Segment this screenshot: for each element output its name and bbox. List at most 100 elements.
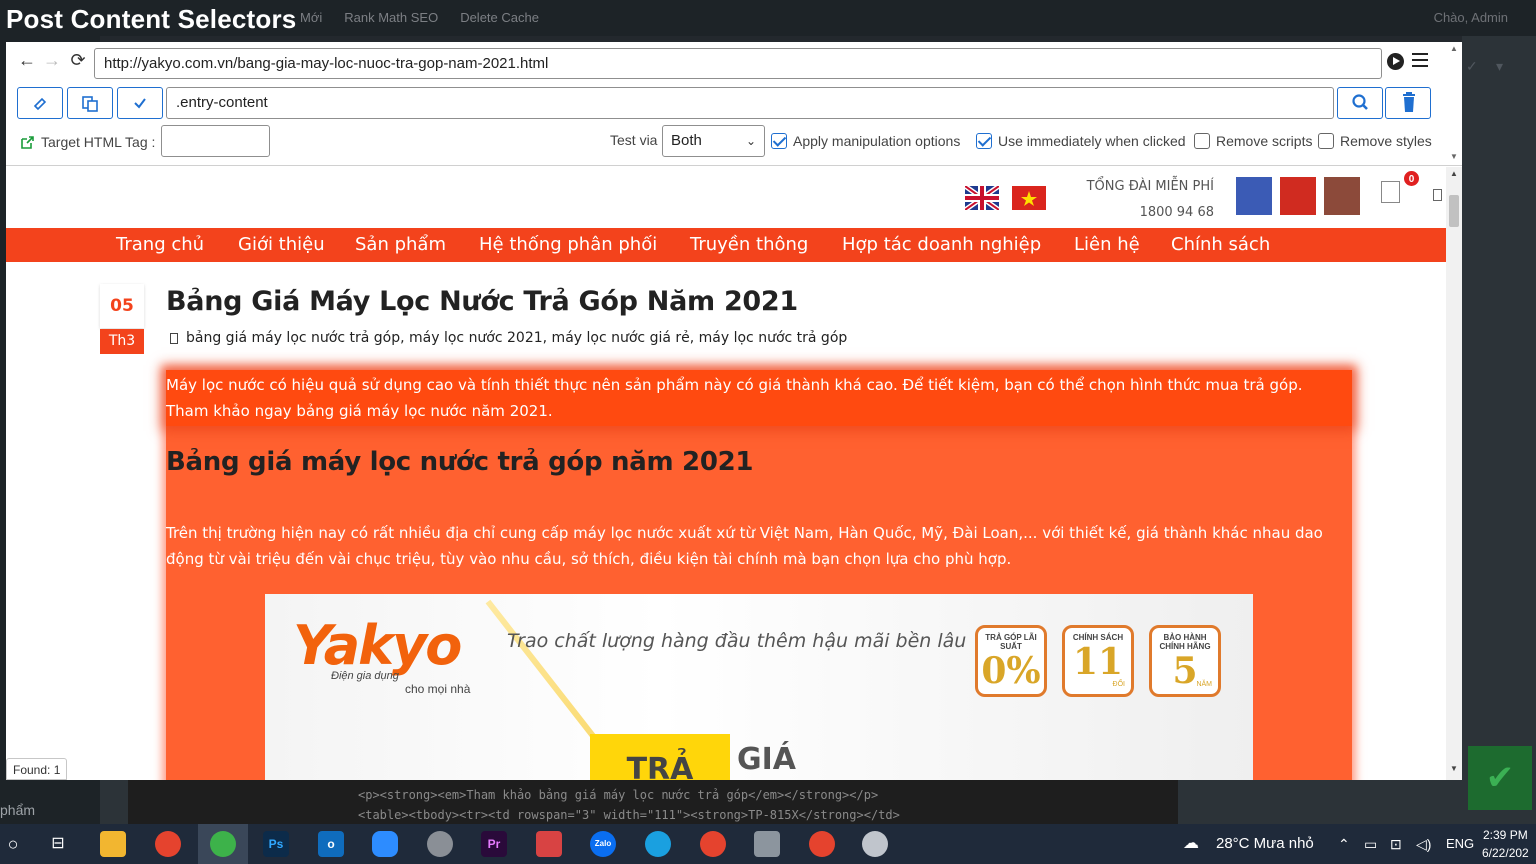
publish-check-button[interactable]: ✔ [1468,746,1532,810]
intro-line-2: Tham khảo ngay bảng giá máy lọc nước năm… [166,402,553,420]
chrome-icon[interactable] [809,831,835,857]
popup-header: ← → ⟳ http://yakyo.com.vn/bang-gia-may-l… [6,42,1462,166]
menu-item-distribution[interactable]: Hệ thống phân phối [479,234,657,255]
coccoc-icon[interactable] [210,831,236,857]
preview-scrollbar[interactable]: ▲ ▼ [1446,167,1462,780]
checkbox-checked[interactable] [976,133,992,149]
file-explorer-icon[interactable] [100,831,126,857]
zoom-icon[interactable] [372,831,398,857]
go-icon[interactable] [1387,53,1404,70]
badge-unit: NĂM [1196,681,1212,688]
app-icon[interactable] [536,831,562,857]
back-icon[interactable]: ← [16,50,38,71]
use-immediately-checkbox[interactable]: Use immediately when clicked [976,133,1186,149]
menu-item-media[interactable]: Truyền thông [690,234,808,255]
checkbox-unchecked[interactable] [1194,133,1210,149]
remove-scripts-label: Remove scripts [1216,133,1313,149]
menu-item-home[interactable]: Trang chủ [116,234,204,255]
admin-bar-delete-cache[interactable]: Delete Cache [460,10,539,25]
logo-subtitle-1: Điện gia dụng [331,670,399,682]
hotline: TỔNG ĐÀI MIỄN PHÍ 1800 94 68 [1087,174,1214,226]
menu-item-contact[interactable]: Liên hệ [1074,234,1140,255]
eraser-button[interactable] [17,87,63,119]
battery-icon[interactable]: ▭ [1364,824,1377,864]
clock[interactable]: 2:39 PM 6/22/202 [1482,826,1529,862]
premiere-icon[interactable]: Pr [481,831,507,857]
reload-icon[interactable]: ⟳ [67,50,89,71]
menu-item-policy[interactable]: Chính sách [1171,234,1270,255]
vn-flag-icon[interactable] [1012,186,1046,210]
header-scrollbar[interactable]: ▲ ▼ [1446,42,1462,166]
admin-bar-new[interactable]: Mới [300,10,322,25]
confirm-button[interactable] [117,87,163,119]
hotline-label: TỔNG ĐÀI MIỄN PHÍ [1086,179,1214,194]
menu-item-partners[interactable]: Hợp tác doanh nghiệp [842,234,1041,255]
search-icon[interactable]: ○ [0,831,26,857]
search-icon [1352,94,1368,110]
outlook-icon[interactable]: o [318,831,344,857]
weather-text[interactable]: 28°C Mưa nhỏ [1216,824,1314,864]
scroll-down-icon[interactable]: ▼ [1450,152,1458,161]
chrome-icon[interactable] [700,831,726,857]
url-input[interactable]: http://yakyo.com.vn/bang-gia-may-loc-nuo… [94,48,1382,79]
tray-chevron-icon[interactable]: ⌃ [1338,824,1350,864]
admin-greeting[interactable]: Chào, Admin [1434,10,1508,25]
target-tag-input[interactable] [161,125,270,157]
page-preview[interactable]: TỔNG ĐÀI MIỄN PHÍ 1800 94 68 0 Trang chủ… [6,167,1446,780]
chevron-down-icon: ⌄ [745,134,756,148]
test-via-select[interactable]: Both ⌄ [662,125,765,157]
edge-icon[interactable] [645,831,671,857]
delete-button[interactable] [1385,87,1431,119]
sidebar-label[interactable]: phẩm [0,802,35,818]
menu-icon[interactable] [1412,53,1428,67]
selector-input[interactable]: .entry-content [166,87,1334,119]
app-icon[interactable] [427,831,453,857]
copy-button[interactable] [67,87,113,119]
admin-bar-rank-math[interactable]: Rank Math SEO [344,10,438,25]
cart-icon[interactable] [1381,181,1400,203]
youtube-icon[interactable] [1280,177,1316,215]
apply-manipulation-checkbox[interactable]: Apply manipulation options [771,133,960,149]
found-count: Found: 1 [6,758,68,780]
remove-styles-checkbox[interactable]: Remove styles [1318,133,1432,149]
checkbox-checked[interactable] [771,133,787,149]
search-button[interactable] [1337,87,1383,119]
target-tag-label: Target HTML Tag : [20,134,155,150]
popup-title: Post Content Selectors [6,4,297,34]
volume-icon[interactable]: ◁) [1416,824,1431,864]
task-view-icon[interactable]: ⊟ [45,831,71,857]
uk-flag-icon[interactable] [965,186,999,210]
hotline-number[interactable]: 1800 94 68 [1087,200,1214,226]
post-tags-text[interactable]: bảng giá máy lọc nước trả góp, máy lọc n… [186,330,847,346]
app-icon[interactable] [862,831,888,857]
checkbox-unchecked[interactable] [1318,133,1334,149]
options-row: Target HTML Tag : Test via Both ⌄ Apply … [6,124,1462,160]
scroll-up-icon[interactable]: ▲ [1450,169,1458,178]
badge-policy: CHÍNH SÁCH 11 ĐỔI [1062,625,1134,697]
banner-tagline: Trao chất lượng hàng đầu thêm hậu mãi bề… [507,630,967,652]
facebook-icon[interactable] [1236,177,1272,215]
chrome-icon[interactable] [155,831,181,857]
remove-styles-label: Remove styles [1340,133,1432,149]
clock-date: 6/22/202 [1482,846,1529,860]
zalo-icon[interactable]: Zalo [590,831,616,857]
banner-text-gia: GIÁ [737,742,797,777]
photoshop-icon[interactable]: Ps [263,831,289,857]
remove-scripts-checkbox[interactable]: Remove scripts [1194,133,1312,149]
app-icon[interactable] [754,831,780,857]
post-tags: bảng giá máy lọc nước trả góp, máy lọc n… [170,330,847,346]
forward-icon[interactable]: → [41,50,63,71]
use-immediately-label: Use immediately when clicked [998,133,1186,149]
scroll-up-icon[interactable]: ▲ [1450,44,1458,53]
scroll-thumb[interactable] [1449,195,1459,227]
language-indicator[interactable]: ENG [1446,824,1474,864]
promo-banner: Yakyo Điện gia dụng cho mọi nhà Trao chấ… [265,594,1253,780]
cloud-icon[interactable]: ☁ [1183,824,1199,864]
code-line: <table><tbody><tr><td rowspan="3" width=… [358,808,900,822]
scroll-down-icon[interactable]: ▼ [1450,764,1458,773]
menu-item-products[interactable]: Sản phẩm [355,234,446,255]
square-icon[interactable] [1433,189,1442,201]
menu-item-about[interactable]: Giới thiệu [238,234,325,255]
network-icon[interactable]: ⊡ [1390,824,1402,864]
instagram-icon[interactable] [1324,177,1360,215]
